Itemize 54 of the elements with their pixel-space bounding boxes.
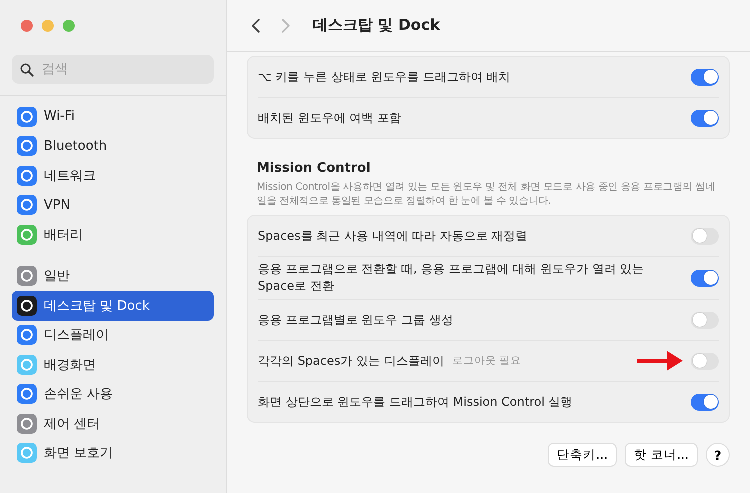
search-field[interactable]: 검색 bbox=[12, 55, 214, 84]
settings-app-icon bbox=[17, 414, 37, 434]
settings-app-icon bbox=[17, 224, 37, 245]
sidebar-item[interactable]: 데스크탑 및 Dock bbox=[12, 291, 214, 320]
setting-note: 로그아웃 필요 bbox=[452, 354, 522, 368]
dialog-button[interactable]: 핫 코너... bbox=[625, 443, 698, 467]
sidebar-item[interactable]: 손쉬운 사용 bbox=[12, 380, 214, 409]
sidebar-item[interactable]: 화면 보호기 bbox=[12, 438, 214, 468]
sidebar-item[interactable]: 네트워크 bbox=[12, 161, 214, 190]
search-icon bbox=[20, 62, 34, 76]
settings-app-icon bbox=[17, 354, 37, 375]
sidebar-item[interactable]: Bluetooth bbox=[12, 132, 214, 161]
help-button[interactable]: ? bbox=[706, 443, 730, 467]
forward-chevron-icon[interactable] bbox=[281, 18, 291, 34]
sidebar-item[interactable]: 배터리 bbox=[12, 220, 214, 250]
toggle-switch[interactable] bbox=[691, 352, 719, 370]
settings-app-icon bbox=[17, 296, 37, 316]
zoom-window-button[interactable] bbox=[63, 20, 75, 32]
dialog-button[interactable]: 단축키... bbox=[548, 443, 618, 467]
settings-app-icon bbox=[17, 443, 37, 464]
setting-label: 화면 상단으로 윈도우를 드래그하여 Mission Control 실행 bbox=[258, 394, 573, 410]
setting-label: 응용 프로그램으로 전환할 때, 응용 프로그램에 대해 윈도우가 열려 있는 Space로 전환 bbox=[258, 261, 646, 295]
sidebar-item[interactable]: 제어 센터 bbox=[12, 409, 214, 438]
setting-label: Spaces를 최근 사용 내역에 따라 자동으로 재정렬 bbox=[258, 228, 528, 244]
setting-label: 응용 프로그램별로 윈도우 그룹 생성 bbox=[258, 312, 454, 328]
settings-app-icon bbox=[17, 325, 37, 346]
page-title: 데스크탑 및 Dock bbox=[313, 16, 440, 35]
setting-label: ⌥ 키를 누른 상태로 윈도우를 드래그하여 배치 bbox=[258, 68, 511, 86]
toggle-switch[interactable] bbox=[691, 394, 719, 410]
arrow-icon bbox=[637, 350, 683, 372]
toggle-switch[interactable] bbox=[691, 312, 719, 328]
toggle-switch[interactable] bbox=[691, 110, 719, 126]
toggle-switch[interactable] bbox=[691, 228, 719, 244]
section-description: Mission Control을 사용하면 열려 있는 모든 윈도우 및 전체 화면 모드로 사용 중인 응용 프로그램의 썸네일을 전체적으로 통일된 모습으로 정렬하여 한 눈에 볼 수 있습니다. bbox=[256, 181, 716, 209]
close-window-button[interactable] bbox=[21, 20, 33, 32]
settings-app-icon bbox=[17, 266, 37, 286]
back-chevron-icon[interactable] bbox=[251, 18, 261, 34]
sidebar-item[interactable]: VPN bbox=[12, 190, 214, 220]
search-input[interactable]: 검색 bbox=[40, 61, 206, 78]
minimize-window-button[interactable] bbox=[42, 20, 54, 32]
settings-app-icon bbox=[17, 136, 37, 156]
sidebar-item[interactable]: 배경화면 bbox=[12, 350, 214, 380]
setting-label: 각각의 Spaces가 있는 디스플레이 bbox=[258, 352, 444, 370]
settings-app-icon bbox=[17, 195, 37, 216]
settings-app-icon bbox=[17, 384, 37, 404]
settings-app-icon bbox=[17, 106, 37, 127]
section-heading: Mission Control bbox=[256, 161, 372, 178]
sidebar-item[interactable]: 일반 bbox=[12, 262, 214, 291]
toggle-switch[interactable] bbox=[691, 68, 719, 86]
setting-label: 배치된 윈도우에 여백 포함 bbox=[258, 110, 402, 126]
settings-app-icon bbox=[17, 166, 37, 186]
sidebar-item[interactable]: 디스플레이 bbox=[12, 320, 214, 350]
sidebar-item[interactable]: Wi-Fi bbox=[12, 102, 214, 132]
toggle-switch[interactable] bbox=[691, 270, 719, 286]
